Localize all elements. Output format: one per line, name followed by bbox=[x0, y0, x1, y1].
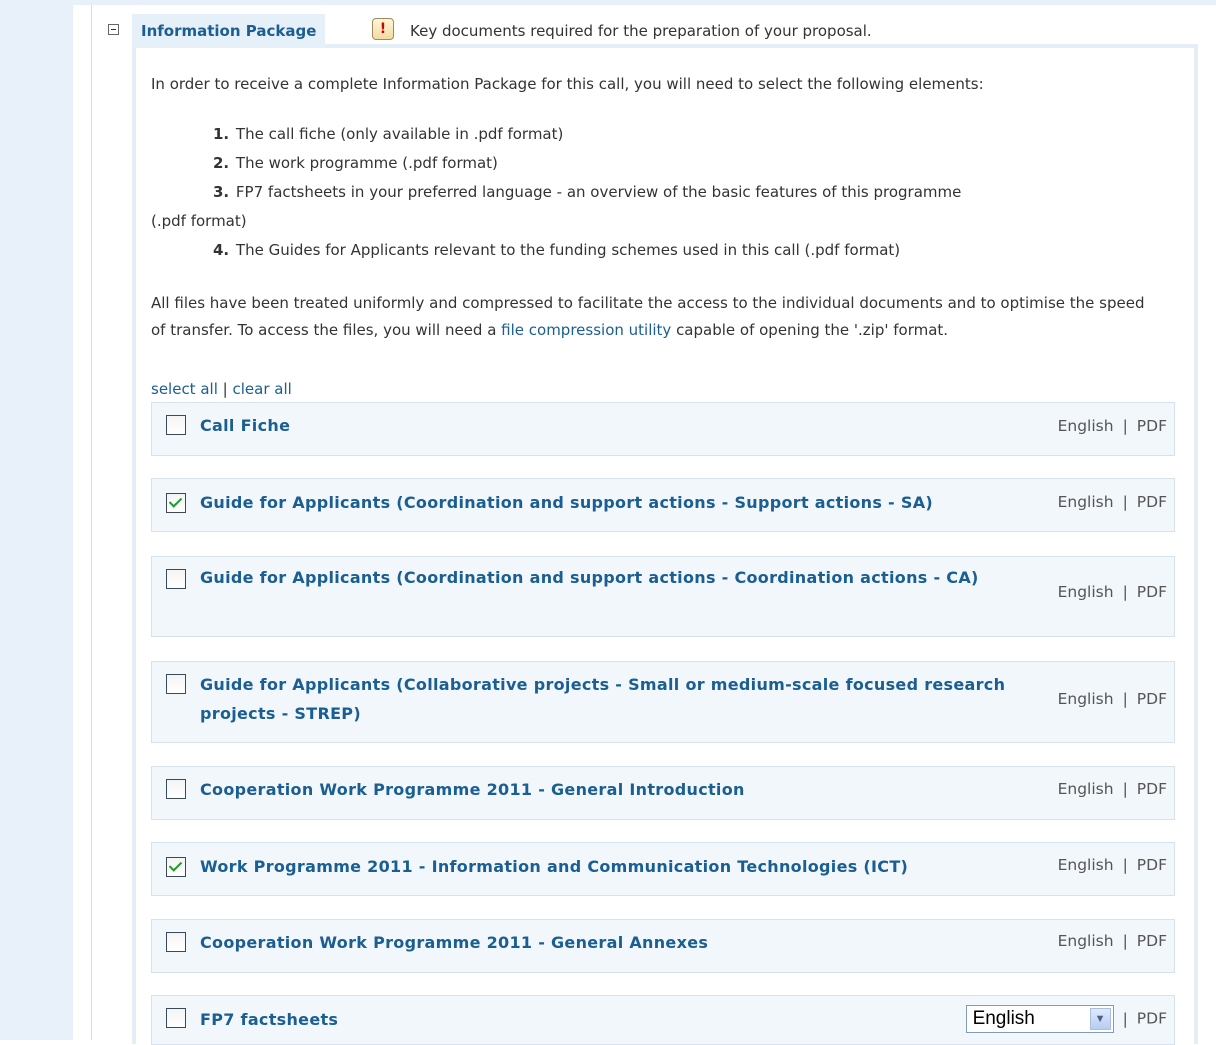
step-number: 4. bbox=[213, 241, 230, 259]
document-title[interactable]: Guide for Applicants (Collaborative proj… bbox=[200, 670, 1020, 728]
document-meta: English | PDF bbox=[1058, 417, 1167, 435]
document-meta: English | PDF bbox=[1058, 780, 1167, 798]
document-language: English bbox=[1057, 493, 1114, 511]
meta-separator: | bbox=[1122, 932, 1128, 950]
section-description: Key documents required for the preparati… bbox=[410, 22, 872, 40]
step-text: (.pdf format) bbox=[151, 212, 247, 230]
collapse-icon[interactable] bbox=[108, 24, 119, 35]
document-format: PDF bbox=[1136, 417, 1167, 435]
meta-separator: | bbox=[1122, 780, 1128, 798]
document-row-ict: Work Programme 2011 - Information and Co… bbox=[151, 842, 1175, 896]
language-select-value: English bbox=[972, 1008, 1035, 1029]
content-divider bbox=[91, 5, 92, 1040]
document-language: English bbox=[1057, 932, 1114, 950]
file-compression-link[interactable]: file compression utility bbox=[501, 321, 671, 339]
step-text: FP7 factsheets in your preferred languag… bbox=[235, 183, 962, 201]
document-checkbox[interactable] bbox=[166, 674, 186, 694]
document-title[interactable]: Cooperation Work Programme 2011 - Genera… bbox=[200, 928, 708, 957]
document-row-call-fiche: Call Fiche English | PDF bbox=[151, 402, 1175, 456]
document-format: PDF bbox=[1136, 932, 1167, 950]
document-row-general-annexes: Cooperation Work Programme 2011 - Genera… bbox=[151, 919, 1175, 973]
step-number: 2. bbox=[213, 154, 230, 172]
document-format: PDF bbox=[1136, 493, 1167, 511]
document-meta: English ▼ | PDF bbox=[965, 1005, 1167, 1033]
document-meta: English | PDF bbox=[1058, 583, 1167, 601]
list-item-continuation: (.pdf format) bbox=[151, 207, 1151, 236]
meta-separator: | bbox=[1122, 1009, 1128, 1028]
document-language: English bbox=[1057, 583, 1114, 601]
document-format: PDF bbox=[1136, 856, 1167, 874]
document-meta: English | PDF bbox=[1058, 856, 1167, 874]
step-text: The Guides for Applicants relevant to th… bbox=[235, 241, 901, 259]
document-format: PDF bbox=[1136, 780, 1167, 798]
meta-separator: | bbox=[1122, 583, 1128, 601]
step-text: The work programme (.pdf format) bbox=[235, 154, 498, 172]
clear-all-link[interactable]: clear all bbox=[233, 380, 292, 398]
step-number: 3. bbox=[213, 183, 230, 201]
step-number: 1. bbox=[213, 125, 230, 143]
document-meta: English | PDF bbox=[1058, 932, 1167, 950]
compression-note-after: capable of opening the '.zip' format. bbox=[671, 320, 949, 339]
document-row-fp7-factsheets: FP7 factsheets English ▼ | PDF bbox=[151, 995, 1175, 1045]
document-title[interactable]: Call Fiche bbox=[200, 411, 290, 440]
document-checkbox[interactable] bbox=[166, 1008, 186, 1028]
section-title[interactable]: Information Package bbox=[132, 14, 326, 48]
list-item: 1. The call fiche (only available in .pd… bbox=[151, 120, 1151, 149]
intro-text: In order to receive a complete Informati… bbox=[151, 75, 984, 93]
requirements-list: 1. The call fiche (only available in .pd… bbox=[151, 120, 1151, 265]
document-title[interactable]: Guide for Applicants (Coordination and s… bbox=[200, 563, 1020, 592]
document-checkbox[interactable] bbox=[166, 857, 186, 877]
meta-separator: | bbox=[1122, 417, 1128, 435]
document-row-general-introduction: Cooperation Work Programme 2011 - Genera… bbox=[151, 766, 1175, 820]
list-item: 3. FP7 factsheets in your preferred lang… bbox=[151, 178, 1151, 207]
document-row-guide-sa: Guide for Applicants (Coordination and s… bbox=[151, 478, 1175, 532]
document-title[interactable]: FP7 factsheets bbox=[200, 1005, 338, 1034]
bulk-selectors: select all | clear all bbox=[151, 376, 292, 402]
document-checkbox[interactable] bbox=[166, 569, 186, 589]
document-row-guide-ca: Guide for Applicants (Coordination and s… bbox=[151, 556, 1175, 637]
list-item: 2. The work programme (.pdf format) bbox=[151, 149, 1151, 178]
section-header: Information Package ! Key documents requ… bbox=[108, 14, 1198, 48]
meta-separator: | bbox=[1122, 690, 1128, 708]
compression-note: All files have been treated uniformly an… bbox=[151, 290, 1161, 343]
step-text: The call fiche (only available in .pdf f… bbox=[235, 125, 564, 143]
list-item: 4. The Guides for Applicants relevant to… bbox=[151, 236, 1151, 265]
meta-separator: | bbox=[1122, 856, 1128, 874]
language-select[interactable]: English ▼ bbox=[965, 1005, 1114, 1033]
left-rail bbox=[0, 0, 73, 1040]
document-checkbox[interactable] bbox=[166, 415, 186, 435]
document-title[interactable]: Work Programme 2011 - Information and Co… bbox=[200, 852, 908, 881]
exclamation-icon: ! bbox=[372, 18, 394, 40]
document-language: English bbox=[1057, 690, 1114, 708]
document-checkbox[interactable] bbox=[166, 779, 186, 799]
document-meta: English | PDF bbox=[1058, 493, 1167, 511]
document-checkbox[interactable] bbox=[166, 493, 186, 513]
document-language: English bbox=[1057, 780, 1114, 798]
select-all-link[interactable]: select all bbox=[151, 380, 218, 398]
document-format: PDF bbox=[1136, 1009, 1167, 1028]
document-title[interactable]: Cooperation Work Programme 2011 - Genera… bbox=[200, 775, 745, 804]
meta-separator: | bbox=[1122, 493, 1128, 511]
document-row-guide-strep: Guide for Applicants (Collaborative proj… bbox=[151, 661, 1175, 743]
top-band bbox=[73, 0, 1216, 5]
document-title[interactable]: Guide for Applicants (Coordination and s… bbox=[200, 488, 933, 517]
document-language: English bbox=[1057, 417, 1114, 435]
document-format: PDF bbox=[1136, 690, 1167, 708]
document-meta: English | PDF bbox=[1058, 690, 1167, 708]
chevron-down-icon[interactable]: ▼ bbox=[1089, 1008, 1111, 1030]
document-language: English bbox=[1057, 856, 1114, 874]
document-format: PDF bbox=[1136, 583, 1167, 601]
selectors-separator: | bbox=[222, 380, 228, 398]
document-checkbox[interactable] bbox=[166, 932, 186, 952]
